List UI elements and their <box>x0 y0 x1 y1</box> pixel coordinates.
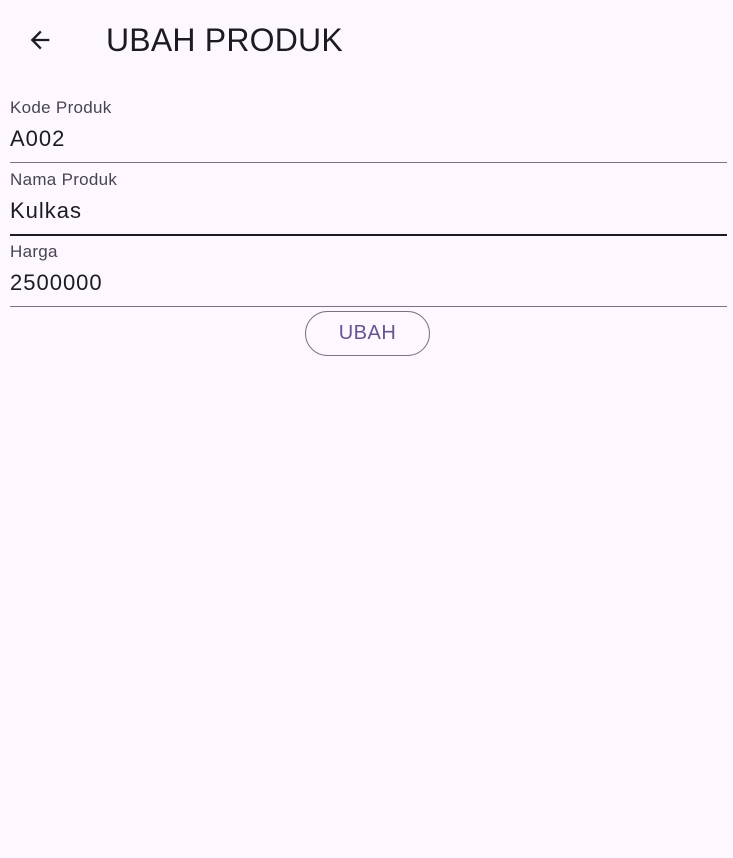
harga-underline <box>10 306 727 307</box>
kode-produk-input[interactable] <box>10 124 727 154</box>
kode-produk-underline <box>10 162 727 163</box>
ubah-button[interactable]: UBAH <box>305 311 430 356</box>
nama-produk-field[interactable]: Nama Produk <box>10 170 727 242</box>
harga-field[interactable]: Harga <box>10 242 727 314</box>
page-title: UBAH PRODUK <box>106 22 343 58</box>
back-button[interactable] <box>20 20 60 60</box>
arrow-back-icon <box>30 30 50 50</box>
nama-produk-label: Nama Produk <box>10 170 118 189</box>
kode-produk-label: Kode Produk <box>10 98 112 117</box>
nama-produk-input[interactable] <box>10 196 727 226</box>
app-bar: UBAH PRODUK <box>0 0 733 80</box>
harga-input[interactable] <box>10 268 727 298</box>
kode-produk-field[interactable]: Kode Produk <box>10 98 727 170</box>
nama-produk-underline <box>10 234 727 236</box>
harga-label: Harga <box>10 242 58 261</box>
